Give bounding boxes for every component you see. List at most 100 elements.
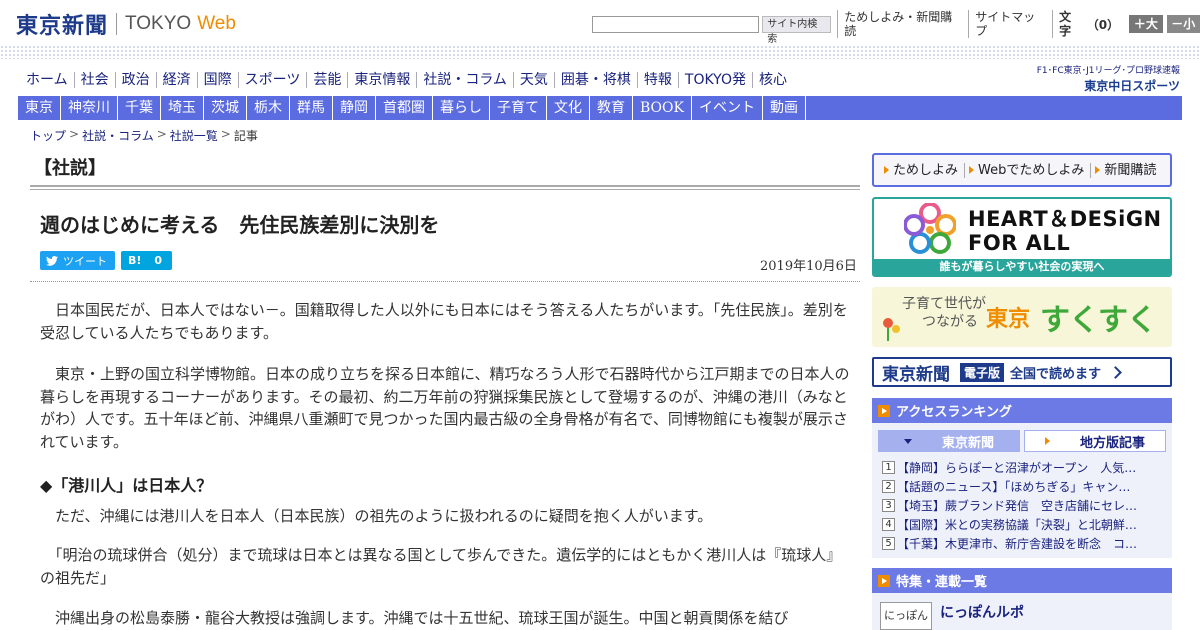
sukusuku-tagline: 子育て世代が つながる — [902, 295, 986, 331]
ranking-item[interactable]: 1 【静岡】ららぽーと沼津がオープン 人気… — [882, 458, 1160, 477]
article-paragraph: 「明治の琉球併合（処分）まで琉球は日本とは異なる国として歩んできた。遺伝学的には… — [40, 546, 842, 587]
flower-icon — [883, 318, 900, 341]
ranking-list: 1 【静岡】ららぽーと沼津がオープン 人気… 2 【話題のニュース】「ほめちぎる」キ… — [882, 458, 1160, 553]
rank-title: 【静岡】ららぽーと沼津がオープン 人気… — [897, 461, 1137, 475]
ranking-item[interactable]: 5 【千葉】木更津市、新庁舎建設を断念 コ… — [882, 534, 1160, 553]
region-education[interactable]: 教育 — [590, 96, 633, 120]
breadcrumb: トップ > 社説・コラム > 社説一覧 > 記事 — [30, 127, 258, 144]
ranking-tabs: 東京新聞 地方版記事 — [878, 430, 1166, 452]
digital-edition-banner[interactable]: 東京新聞 電子版 全国で読めます — [872, 357, 1172, 387]
heart-design-main: HEART＆DESiGN FOR ALL — [874, 199, 1170, 259]
rank-number: 3 — [882, 499, 895, 512]
site-search-button[interactable]: サイト内検索 — [762, 15, 832, 45]
digital-edition-logo: 東京新聞 — [882, 364, 950, 385]
sukusuku-tagline-line1: 子育て世代が — [902, 296, 986, 312]
tab-tokyo-shimbun[interactable]: 東京新聞 — [878, 430, 1020, 452]
font-bigger-button[interactable]: ＋大 — [1129, 15, 1163, 33]
ranking-item[interactable]: 3 【埼玉】蕨ブランド発信 空き店舗にセレ… — [882, 496, 1160, 515]
subscribe-newspaper-link[interactable]: 新聞購読 — [1091, 163, 1162, 178]
trial-read-link[interactable]: ためしよみ — [880, 162, 966, 178]
nav-kakushin[interactable]: 核心 — [751, 72, 793, 88]
trial-read-label: ためしよみ — [893, 162, 959, 178]
chunichi-sports-banner[interactable]: F1･FC東京･J1リーグ･プロ野球速報 東京中日スポーツ — [1028, 63, 1180, 94]
heart-design-caption: 誰もが暮らしやすい社会の実現へ — [874, 259, 1170, 275]
subscribe-link[interactable]: ためしよみ・新聞購読 — [837, 10, 968, 38]
font-size-value: （0） — [1086, 17, 1120, 32]
sukusuku-tokyo: 東京 — [986, 306, 1031, 332]
header-utilities: サイト内検索 ためしよみ・新聞購読 サイトマップ 文字 （0） ＋大 －小 — [592, 10, 1200, 45]
subscribe-newspaper-label: 新聞購読 — [1104, 162, 1157, 178]
nav-tokyo-hatsu[interactable]: TOKYO発 — [677, 72, 752, 88]
nav-society[interactable]: 社会 — [73, 72, 115, 88]
arrow-right-icon — [969, 166, 975, 174]
digital-edition-badge: 電子版 — [960, 362, 1005, 382]
article-subhead: ◆「港川人」は日本人？ — [40, 476, 213, 495]
tab-local-edition[interactable]: 地方版記事 — [1024, 430, 1166, 452]
logo-text-web: Web — [197, 13, 236, 34]
nav-economy[interactable]: 経済 — [155, 72, 197, 88]
rank-number: 4 — [882, 518, 895, 531]
section-divider — [30, 185, 860, 190]
site-logo[interactable]: 東京新聞 TOKYO Web — [16, 8, 236, 40]
region-shizuoka[interactable]: 静岡 — [333, 96, 376, 120]
article-paragraph: 日本国民だが、日本人ではない－。国籍取得した人以外にも日本にはそう答える人たちが… — [40, 301, 848, 342]
nippon-repo-thumbnail: にっぽん — [880, 602, 932, 630]
region-shutoken[interactable]: 首都圏 — [376, 96, 433, 120]
heart-design-banner[interactable]: HEART＆DESiGN FOR ALL 誰もが暮らしやすい社会の実現へ — [872, 197, 1172, 277]
region-tokyo[interactable]: 東京 — [18, 96, 61, 120]
share-buttons: ツイート B! 0 — [40, 251, 172, 270]
header-dotted-divider — [0, 45, 1200, 59]
nav-go-shogi[interactable]: 囲碁・将棋 — [553, 72, 637, 88]
region-parenting[interactable]: 子育て — [490, 96, 547, 120]
publish-date: 2019年10月6日 — [760, 259, 857, 274]
web-trial-read-link[interactable]: Webでためしよみ — [965, 162, 1092, 178]
nav-entertainment[interactable]: 芸能 — [306, 72, 347, 88]
region-saitama[interactable]: 埼玉 — [161, 96, 204, 120]
tokyo-sukusuku-banner[interactable]: 子育て世代が つながる 東京 すくすく — [872, 287, 1172, 347]
breadcrumb-separator: > — [69, 127, 80, 141]
region-chiba[interactable]: 千葉 — [118, 96, 161, 120]
nav-sports[interactable]: スポーツ — [237, 72, 307, 88]
region-events[interactable]: イベント — [692, 96, 763, 120]
region-tochigi[interactable]: 栃木 — [247, 96, 290, 120]
nav-weather[interactable]: 天気 — [512, 72, 554, 88]
nippon-repo-item[interactable]: にっぽん にっぽんルポ — [880, 602, 1024, 630]
heart-design-title: HEART＆DESiGN FOR ALL — [968, 207, 1162, 255]
rank-number: 1 — [882, 461, 895, 474]
nippon-repo-label: にっぽんルポ — [940, 605, 1024, 621]
rank-title: 【千葉】木更津市、新庁舎建設を断念 コ… — [897, 537, 1138, 551]
region-kanagawa[interactable]: 神奈川 — [61, 96, 118, 120]
breadcrumb-editorial-list[interactable]: 社説一覧 — [170, 127, 218, 144]
region-living[interactable]: 暮らし — [433, 96, 490, 120]
nav-editorial-column[interactable]: 社説・コラム — [416, 72, 513, 88]
access-ranking-header: アクセスランキング — [872, 398, 1172, 423]
tweet-button[interactable]: ツイート — [40, 251, 115, 270]
ranking-item[interactable]: 2 【話題のニュース】「ほめちぎる」キャン… — [882, 477, 1160, 496]
tab-local-edition-label: 地方版記事 — [1079, 435, 1145, 451]
sitemap-link[interactable]: サイトマップ — [968, 10, 1052, 38]
nav-international[interactable]: 国際 — [196, 72, 238, 88]
nav-politics[interactable]: 政治 — [114, 72, 156, 88]
region-video[interactable]: 動画 — [763, 96, 806, 120]
breadcrumb-separator: > — [156, 127, 167, 141]
font-smaller-button[interactable]: －小 — [1166, 15, 1200, 33]
article-paragraph: 沖縄出身の松島泰勝・龍谷大教授は強調します。沖縄では十五世紀、琉球王国が誕生。中… — [40, 609, 789, 627]
region-gunma[interactable]: 群馬 — [290, 96, 333, 120]
region-culture[interactable]: 文化 — [547, 96, 590, 120]
logo-text-tokyo: TOKYO — [125, 13, 192, 34]
nav-home[interactable]: ホーム — [20, 72, 74, 88]
heart-title-line2: FOR ALL — [968, 231, 1071, 255]
nav-special-report[interactable]: 特報 — [636, 72, 678, 88]
breadcrumb-editorial-column[interactable]: 社説・コラム — [82, 127, 154, 144]
region-ibaraki[interactable]: 茨城 — [204, 96, 247, 120]
ranking-item[interactable]: 4 【国際】米との実務協議「決裂」と北朝鮮… — [882, 515, 1160, 534]
tab-tokyo-shimbun-label: 東京新聞 — [941, 435, 994, 451]
breadcrumb-top[interactable]: トップ — [30, 127, 66, 144]
rank-number: 5 — [882, 537, 895, 550]
digital-edition-text: 全国で読めます — [1010, 366, 1102, 382]
arrow-right-icon — [1095, 166, 1101, 174]
region-book[interactable]: BOOK — [633, 96, 692, 120]
nav-tokyo-info[interactable]: 東京情報 — [347, 72, 416, 88]
hatena-bookmark-button[interactable]: B! 0 — [121, 251, 172, 270]
site-search-input[interactable] — [592, 15, 760, 33]
